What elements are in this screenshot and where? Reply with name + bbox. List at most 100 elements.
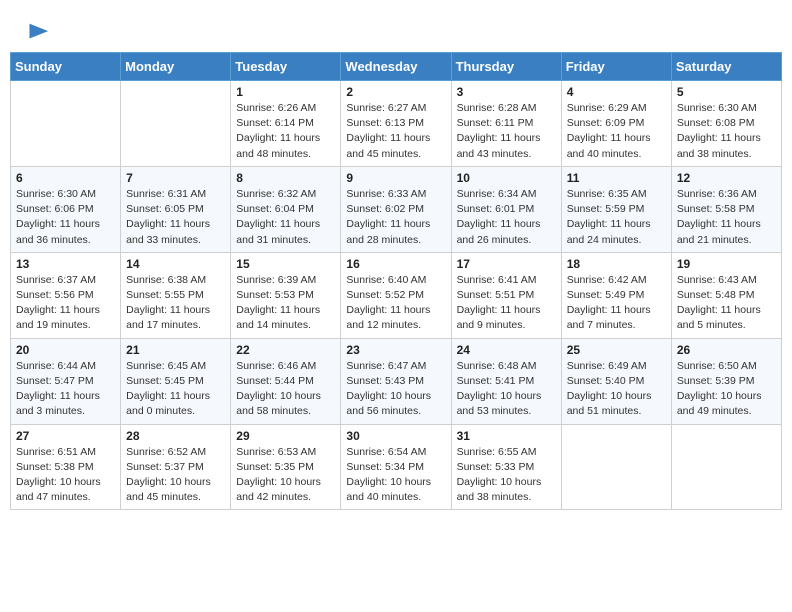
calendar-header-cell: Tuesday (231, 53, 341, 81)
day-info: Sunrise: 6:29 AM Sunset: 6:09 PM Dayligh… (567, 101, 666, 162)
calendar-cell: 12Sunrise: 6:36 AM Sunset: 5:58 PM Dayli… (671, 166, 781, 252)
calendar-cell: 7 Sunrise: 6:31 AM Sunset: 6:05 PM Daylig… (121, 166, 231, 252)
day-info: Sunrise: 6:46 AM Sunset: 5:44 PM Dayligh… (236, 359, 335, 420)
day-number: 9 (346, 171, 445, 185)
calendar-cell: 8 Sunrise: 6:32 AM Sunset: 6:04 PM Daylig… (231, 166, 341, 252)
day-number: 16 (346, 257, 445, 271)
day-number: 30 (346, 429, 445, 443)
calendar-cell: 20 Sunrise: 6:44 AM Sunset: 5:47 PM Dayli… (11, 338, 121, 424)
calendar-week-row: 1 Sunrise: 6:26 AM Sunset: 6:14 PM Daylig… (11, 81, 782, 167)
day-number: 2 (346, 85, 445, 99)
day-number: 3 (457, 85, 556, 99)
day-info: Sunrise: 6:43 AM Sunset: 5:48 PM Dayligh… (677, 273, 776, 334)
day-info: Sunrise: 6:48 AM Sunset: 5:41 PM Dayligh… (457, 359, 556, 420)
day-number: 20 (16, 343, 115, 357)
logo (20, 20, 50, 46)
calendar-header-cell: Monday (121, 53, 231, 81)
day-info: Sunrise: 6:31 AM Sunset: 6:05 PM Dayligh… (126, 187, 225, 248)
day-info: Sunrise: 6:37 AM Sunset: 5:56 PM Dayligh… (16, 273, 115, 334)
calendar-cell (561, 424, 671, 510)
calendar-header-cell: Sunday (11, 53, 121, 81)
day-info: Sunrise: 6:49 AM Sunset: 5:40 PM Dayligh… (567, 359, 666, 420)
calendar-cell: 31 Sunrise: 6:55 AM Sunset: 5:33 PM Dayli… (451, 424, 561, 510)
calendar-cell: 22 Sunrise: 6:46 AM Sunset: 5:44 PM Dayli… (231, 338, 341, 424)
day-number: 29 (236, 429, 335, 443)
day-info: Sunrise: 6:40 AM Sunset: 5:52 PM Dayligh… (346, 273, 445, 334)
day-number: 26 (677, 343, 776, 357)
day-info: Sunrise: 6:39 AM Sunset: 5:53 PM Dayligh… (236, 273, 335, 334)
day-number: 4 (567, 85, 666, 99)
day-info: Sunrise: 6:26 AM Sunset: 6:14 PM Dayligh… (236, 101, 335, 162)
day-info: Sunrise: 6:44 AM Sunset: 5:47 PM Dayligh… (16, 359, 115, 420)
calendar-cell: 23Sunrise: 6:47 AM Sunset: 5:43 PM Dayli… (341, 338, 451, 424)
day-number: 31 (457, 429, 556, 443)
calendar-cell: 5 Sunrise: 6:30 AM Sunset: 6:08 PM Daylig… (671, 81, 781, 167)
calendar-cell: 26 Sunrise: 6:50 AM Sunset: 5:39 PM Dayli… (671, 338, 781, 424)
day-number: 22 (236, 343, 335, 357)
logo-icon (22, 18, 50, 46)
day-number: 8 (236, 171, 335, 185)
day-number: 1 (236, 85, 335, 99)
calendar-table: SundayMondayTuesdayWednesdayThursdayFrid… (10, 52, 782, 510)
day-info: Sunrise: 6:53 AM Sunset: 5:35 PM Dayligh… (236, 445, 335, 506)
day-number: 5 (677, 85, 776, 99)
calendar-week-row: 13Sunrise: 6:37 AM Sunset: 5:56 PM Dayli… (11, 252, 782, 338)
day-number: 25 (567, 343, 666, 357)
day-info: Sunrise: 6:33 AM Sunset: 6:02 PM Dayligh… (346, 187, 445, 248)
calendar-cell: 25 Sunrise: 6:49 AM Sunset: 5:40 PM Dayli… (561, 338, 671, 424)
day-info: Sunrise: 6:30 AM Sunset: 6:06 PM Dayligh… (16, 187, 115, 248)
day-number: 14 (126, 257, 225, 271)
day-info: Sunrise: 6:54 AM Sunset: 5:34 PM Dayligh… (346, 445, 445, 506)
calendar-body: 1 Sunrise: 6:26 AM Sunset: 6:14 PM Daylig… (11, 81, 782, 510)
day-number: 11 (567, 171, 666, 185)
day-number: 24 (457, 343, 556, 357)
calendar-cell: 16 Sunrise: 6:40 AM Sunset: 5:52 PM Dayli… (341, 252, 451, 338)
calendar-cell: 9 Sunrise: 6:33 AM Sunset: 6:02 PM Daylig… (341, 166, 451, 252)
day-number: 12 (677, 171, 776, 185)
calendar-cell: 28 Sunrise: 6:52 AM Sunset: 5:37 PM Dayli… (121, 424, 231, 510)
calendar-cell: 29 Sunrise: 6:53 AM Sunset: 5:35 PM Dayli… (231, 424, 341, 510)
calendar-cell: 1 Sunrise: 6:26 AM Sunset: 6:14 PM Daylig… (231, 81, 341, 167)
calendar-week-row: 20 Sunrise: 6:44 AM Sunset: 5:47 PM Dayli… (11, 338, 782, 424)
day-number: 17 (457, 257, 556, 271)
day-info: Sunrise: 6:27 AM Sunset: 6:13 PM Dayligh… (346, 101, 445, 162)
calendar-cell (11, 81, 121, 167)
calendar-header-cell: Wednesday (341, 53, 451, 81)
calendar-cell: 10 Sunrise: 6:34 AM Sunset: 6:01 PM Dayli… (451, 166, 561, 252)
day-info: Sunrise: 6:41 AM Sunset: 5:51 PM Dayligh… (457, 273, 556, 334)
page-header (10, 10, 782, 52)
calendar-header-row: SundayMondayTuesdayWednesdayThursdayFrid… (11, 53, 782, 81)
calendar-cell: 4 Sunrise: 6:29 AM Sunset: 6:09 PM Daylig… (561, 81, 671, 167)
day-info: Sunrise: 6:34 AM Sunset: 6:01 PM Dayligh… (457, 187, 556, 248)
day-info: Sunrise: 6:42 AM Sunset: 5:49 PM Dayligh… (567, 273, 666, 334)
day-number: 19 (677, 257, 776, 271)
calendar-cell: 21Sunrise: 6:45 AM Sunset: 5:45 PM Dayli… (121, 338, 231, 424)
day-info: Sunrise: 6:30 AM Sunset: 6:08 PM Dayligh… (677, 101, 776, 162)
calendar-cell: 2 Sunrise: 6:27 AM Sunset: 6:13 PM Daylig… (341, 81, 451, 167)
calendar-cell: 13Sunrise: 6:37 AM Sunset: 5:56 PM Dayli… (11, 252, 121, 338)
day-info: Sunrise: 6:50 AM Sunset: 5:39 PM Dayligh… (677, 359, 776, 420)
day-info: Sunrise: 6:28 AM Sunset: 6:11 PM Dayligh… (457, 101, 556, 162)
calendar-cell: 11Sunrise: 6:35 AM Sunset: 5:59 PM Dayli… (561, 166, 671, 252)
day-info: Sunrise: 6:47 AM Sunset: 5:43 PM Dayligh… (346, 359, 445, 420)
calendar-cell: 14 Sunrise: 6:38 AM Sunset: 5:55 PM Dayli… (121, 252, 231, 338)
day-number: 18 (567, 257, 666, 271)
calendar-cell (121, 81, 231, 167)
day-info: Sunrise: 6:45 AM Sunset: 5:45 PM Dayligh… (126, 359, 225, 420)
day-number: 28 (126, 429, 225, 443)
day-info: Sunrise: 6:52 AM Sunset: 5:37 PM Dayligh… (126, 445, 225, 506)
calendar-cell: 18 Sunrise: 6:42 AM Sunset: 5:49 PM Dayli… (561, 252, 671, 338)
day-info: Sunrise: 6:38 AM Sunset: 5:55 PM Dayligh… (126, 273, 225, 334)
day-info: Sunrise: 6:32 AM Sunset: 6:04 PM Dayligh… (236, 187, 335, 248)
day-number: 7 (126, 171, 225, 185)
day-number: 27 (16, 429, 115, 443)
calendar-cell: 30 Sunrise: 6:54 AM Sunset: 5:34 PM Dayli… (341, 424, 451, 510)
day-number: 10 (457, 171, 556, 185)
day-info: Sunrise: 6:55 AM Sunset: 5:33 PM Dayligh… (457, 445, 556, 506)
calendar-header-cell: Saturday (671, 53, 781, 81)
calendar-cell: 3 Sunrise: 6:28 AM Sunset: 6:11 PM Daylig… (451, 81, 561, 167)
calendar-header-cell: Thursday (451, 53, 561, 81)
calendar-week-row: 27Sunrise: 6:51 AM Sunset: 5:38 PM Dayli… (11, 424, 782, 510)
calendar-cell: 19 Sunrise: 6:43 AM Sunset: 5:48 PM Dayli… (671, 252, 781, 338)
calendar-cell (671, 424, 781, 510)
